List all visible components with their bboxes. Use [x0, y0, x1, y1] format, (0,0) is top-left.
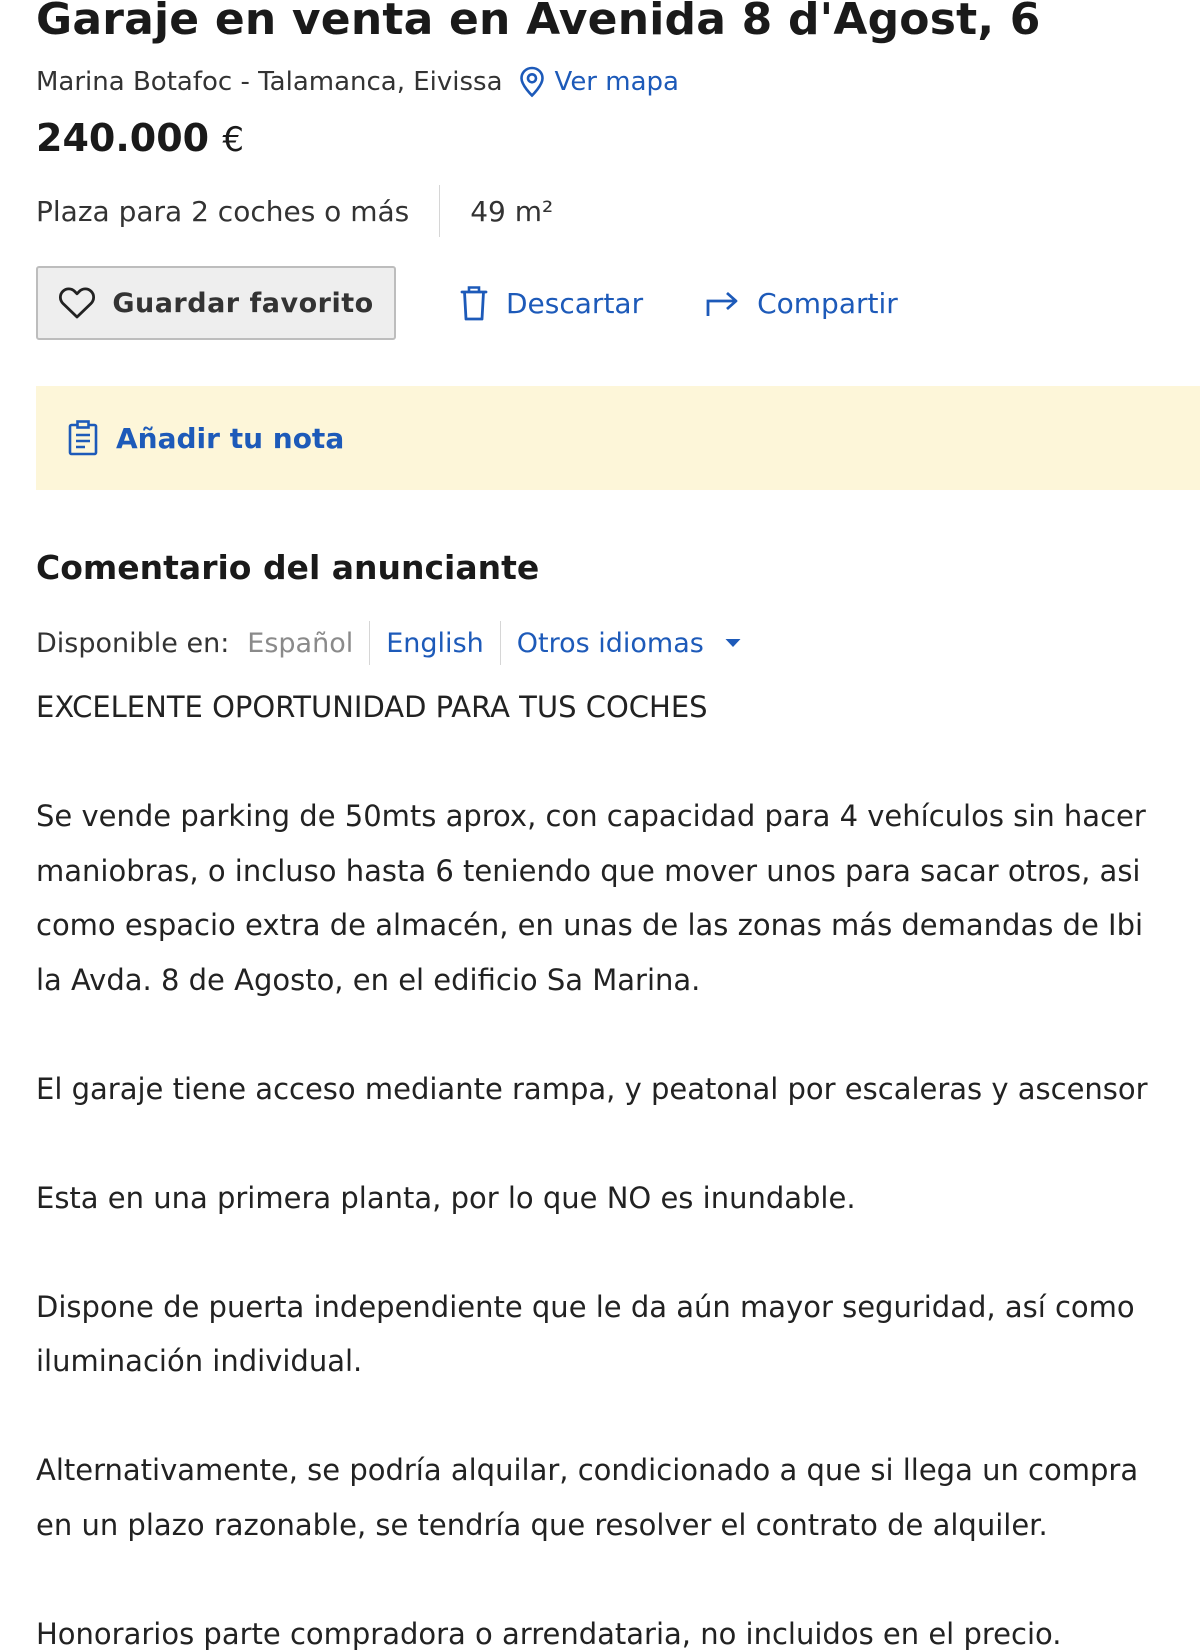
- trash-icon: [460, 286, 488, 321]
- language-divider: [369, 621, 371, 665]
- save-favorite-label: Guardar favorito: [112, 287, 374, 319]
- language-divider: [499, 621, 501, 665]
- desc-line: la Avda. 8 de Agosto, en el edificio Sa …: [36, 962, 701, 997]
- save-favorite-button[interactable]: Guardar favorito: [36, 266, 396, 340]
- price-value: 240.000: [36, 116, 210, 160]
- other-languages-label: Otros idiomas: [516, 627, 704, 659]
- language-selector: Disponible en: Español English Otros idi…: [36, 620, 742, 666]
- location-text: Marina Botafoc - Talamanca, Eivissa: [36, 67, 503, 97]
- language-spanish: Español: [247, 627, 354, 659]
- feature-area: 49 m²: [470, 194, 554, 228]
- price-currency: €: [222, 120, 244, 160]
- view-map-label: Ver mapa: [554, 67, 679, 97]
- desc-line: maniobras, o incluso hasta 6 teniendo qu…: [36, 853, 1141, 888]
- language-english-link[interactable]: English: [386, 628, 484, 659]
- desc-line: Dispone de puerta independiente que le d…: [36, 1289, 1135, 1324]
- desc-line: Esta en una primera planta, por lo que N…: [36, 1180, 856, 1215]
- other-languages-dropdown[interactable]: Otros idiomas: [517, 628, 742, 659]
- desc-line: Honorarios parte compradora o arrendatar…: [36, 1616, 1062, 1651]
- features-row: Plaza para 2 coches o más 49 m²: [36, 185, 554, 237]
- comment-section-title: Comentario del anunciante: [36, 548, 540, 587]
- add-note-label: Añadir tu nota: [116, 421, 345, 455]
- location-row: Marina Botafoc - Talamanca, Eivissa Ver …: [36, 62, 679, 102]
- share-arrow-icon: [706, 291, 738, 316]
- listing-title: Garaje en venta en Avenida 8 d'Agost, 6: [36, 0, 1041, 45]
- available-in-label: Disponible en:: [36, 627, 230, 659]
- view-map-link[interactable]: Ver mapa: [519, 66, 679, 98]
- discard-label: Descartar: [506, 286, 644, 320]
- desc-line: como espacio extra de almacén, en unas d…: [36, 908, 1144, 942]
- desc-line: El garaje tiene acceso mediante rampa, y…: [36, 1071, 1148, 1106]
- note-bar: Añadir tu nota: [36, 386, 1200, 490]
- heart-icon: [59, 287, 96, 319]
- actions-row: Guardar favorito Descartar Compartir: [36, 266, 898, 340]
- desc-line: Alternativamente, se podría alquilar, co…: [36, 1453, 1139, 1487]
- add-note-button[interactable]: Añadir tu nota: [68, 420, 344, 456]
- discard-button[interactable]: Descartar: [458, 284, 643, 322]
- note-icon: [68, 420, 98, 456]
- desc-line: iluminación individual.: [36, 1344, 363, 1378]
- listing-page: Garaje en venta en Avenida 8 d'Agost, 6 …: [0, 0, 1200, 1652]
- comment-body: EXCELENTE OPORTUNIDAD PARA TUS COCHES Se…: [36, 680, 1200, 1652]
- feature-divider: [439, 185, 441, 237]
- map-pin-icon: [519, 66, 544, 98]
- share-label: Compartir: [757, 286, 898, 320]
- desc-line: en un plazo razonable, se tendría que re…: [36, 1507, 1048, 1542]
- desc-line: Se vende parking de 50mts aprox, con cap…: [36, 799, 1146, 833]
- price: 240.000 €: [36, 116, 244, 160]
- caret-down-icon: [725, 639, 741, 647]
- share-button[interactable]: Compartir: [705, 287, 898, 320]
- feature-parking: Plaza para 2 coches o más: [36, 194, 410, 228]
- desc-line: EXCELENTE OPORTUNIDAD PARA TUS COCHES: [36, 690, 708, 724]
